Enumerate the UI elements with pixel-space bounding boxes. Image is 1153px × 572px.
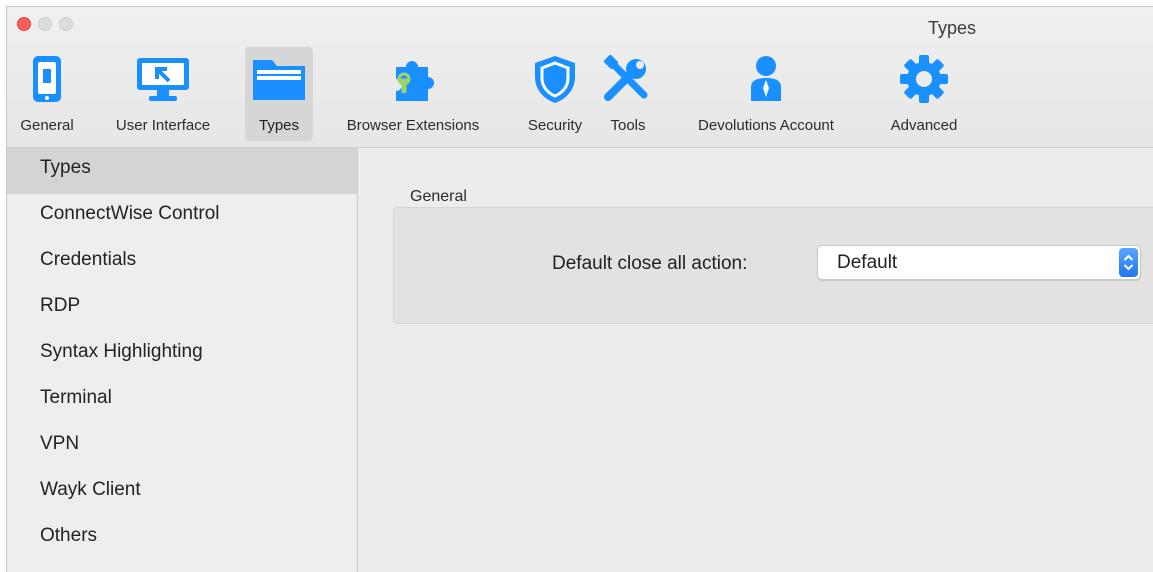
sidebar-item-rdp[interactable]: RDP	[7, 286, 357, 332]
toolbar-item-user-interface[interactable]: User Interface	[85, 47, 241, 141]
sidebar-item-vpn[interactable]: VPN	[7, 424, 357, 470]
minimize-window-button[interactable]	[38, 17, 52, 31]
sidebar-item-wayk-client[interactable]: Wayk Client	[7, 470, 357, 516]
close-window-button[interactable]	[17, 17, 31, 31]
puzzle-icon	[382, 49, 444, 109]
toolbar-item-advanced[interactable]: Advanced	[871, 47, 977, 141]
shield-icon	[530, 49, 580, 109]
toolbar: Types General User Interface Types Brows…	[7, 7, 1153, 148]
zoom-window-button[interactable]	[59, 17, 73, 31]
select-value: Default	[837, 252, 898, 273]
toolbar-item-tools[interactable]: Tools	[597, 47, 659, 141]
sidebar: Types ConnectWise Control Credentials RD…	[7, 148, 358, 572]
sidebar-item-syntax-highlighting[interactable]: Syntax Highlighting	[7, 332, 357, 378]
preferences-window: Types General User Interface Types Brows…	[6, 6, 1153, 572]
default-close-all-select[interactable]: Default	[817, 245, 1141, 280]
toolbar-item-browser-extensions[interactable]: Browser Extensions	[315, 47, 511, 141]
toolbar-item-types[interactable]: Types	[245, 47, 313, 141]
main-panel: General Default close all action: Defaul…	[358, 148, 1153, 572]
sidebar-item-credentials[interactable]: Credentials	[7, 240, 357, 286]
toolbar-item-label: Types	[258, 117, 300, 134]
group-title: General	[410, 188, 467, 205]
gear-icon	[898, 49, 950, 109]
folder-icon	[250, 49, 308, 109]
toolbar-item-label: User Interface	[115, 117, 211, 134]
toolbar-item-label: Advanced	[890, 117, 958, 134]
sidebar-item-connectwise-control[interactable]: ConnectWise Control	[7, 194, 357, 240]
chevron-up-down-icon	[1119, 248, 1138, 277]
user-icon	[746, 49, 786, 109]
toolbar-item-security[interactable]: Security	[515, 47, 595, 141]
toolbar-item-label: Tools	[610, 117, 646, 134]
toolbar-item-label: Security	[527, 117, 583, 134]
sidebar-item-terminal[interactable]: Terminal	[7, 378, 357, 424]
toolbar-item-general[interactable]: General	[11, 47, 83, 141]
toolbar-item-devolutions-account[interactable]: Devolutions Account	[663, 47, 869, 141]
window-title: Types	[927, 18, 976, 38]
toolbar-item-label: Devolutions Account	[698, 117, 834, 134]
toolbar-item-label: General	[20, 117, 74, 134]
tools-icon	[600, 49, 656, 109]
monitor-icon	[133, 49, 193, 109]
phone-icon	[30, 49, 64, 109]
toolbar-item-label: Browser Extensions	[346, 117, 480, 134]
sidebar-item-others[interactable]: Others	[7, 516, 357, 562]
general-group-box: Default close all action: Default	[393, 207, 1153, 324]
default-close-all-label: Default close all action:	[552, 253, 748, 274]
sidebar-item-types[interactable]: Types	[7, 148, 357, 194]
